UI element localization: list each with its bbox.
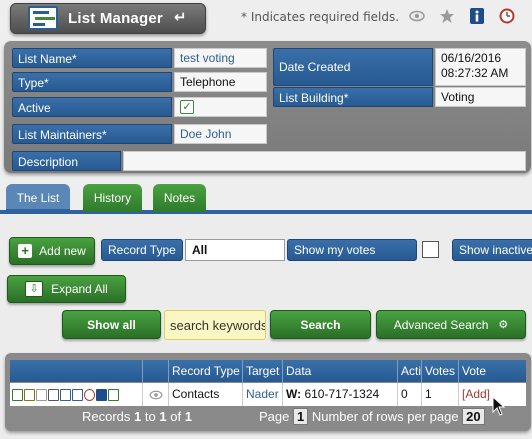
grid-header-actions [10,360,143,382]
clock-icon[interactable] [498,7,516,25]
show-all-button[interactable]: Show all [62,310,161,339]
record-type-select[interactable]: All [185,239,285,261]
description-label: Description [12,151,121,171]
date-created-date: 06/16/2016 [441,51,502,65]
records-to: 1 [159,409,167,424]
pagination: Page 1 Number of rows per page 20 [259,408,485,429]
grid-header-active[interactable]: Active [398,360,422,382]
records-label: Records [82,409,131,424]
records-of-word: of [170,409,182,424]
back-arrow-icon[interactable]: ↵ [174,8,187,26]
info-icon[interactable] [96,388,107,401]
plus-icon: + [18,244,33,258]
page-number-input[interactable]: 1 [293,408,309,425]
eye-icon[interactable] [408,7,426,25]
calendar-icon[interactable] [72,388,83,401]
tab-history[interactable]: History [83,184,142,212]
list-icon[interactable] [60,388,71,401]
list-name-field[interactable]: test voting [174,48,267,68]
edit-icon[interactable] [24,388,35,401]
add-new-button[interactable]: + Add new [9,237,95,265]
date-created-time: 08:27:32 AM [441,66,509,80]
show-my-votes-checkbox[interactable] [422,241,439,258]
grid-header-view [143,360,169,382]
clock-icon[interactable] [84,388,95,401]
date-created-field: 06/16/2016 08:27:32 AM [435,48,526,86]
tray-download-icon: ⇩ [25,281,44,297]
list-maintainers-field[interactable]: Doe John [174,124,267,144]
tab-the-list[interactable]: The List [6,184,70,212]
grid-header-data[interactable]: Data [283,360,398,382]
list-maintainers-label: List Maintainers* [12,124,172,144]
cell-target-link[interactable]: Nader [243,383,283,406]
show-my-votes-label: Show my votes [287,239,417,261]
mouse-cursor-icon [492,396,506,416]
data-phone: 610-717-1324 [304,387,380,401]
advanced-search-label: Advanced Search [393,317,489,332]
type-field[interactable]: Telephone [174,72,267,92]
page-title: List Manager [68,10,163,27]
table-row-actions [10,383,143,406]
view-eye-icon[interactable] [143,383,169,406]
grid-header-vote[interactable]: Vote [459,360,526,382]
expand-all-label: Expand All [51,282,108,296]
rows-per-page-input[interactable]: 20 [462,408,485,425]
tray-download-icon[interactable] [108,388,119,401]
add-new-label: Add new [39,244,86,258]
active-checkbox[interactable]: ✓ [180,100,194,114]
show-inactive-label[interactable]: Show inactive [452,239,532,261]
cell-votes: 1 [422,383,459,406]
records-summary: Records 1 to 1 of 1 [82,409,192,429]
tab-underline [0,210,532,214]
cell-active: 0 [398,383,422,406]
grid-header-record-type[interactable]: Record Type [169,360,243,382]
description-field[interactable] [123,151,526,171]
rows-per-page-label: Number of rows per page [311,409,459,424]
page-label: Page [259,409,290,424]
tab-notes[interactable]: Notes [153,184,206,212]
gear-icon: ⚙ [498,319,509,331]
search-input[interactable] [164,310,266,340]
data-prefix: W: [286,387,302,401]
type-label: Type* [12,72,172,92]
list-manager-icon [28,6,58,30]
active-label: Active [12,97,172,117]
delete-icon[interactable] [36,388,47,401]
document-icon[interactable] [48,388,59,401]
list-building-label: List Building* [273,87,433,107]
star-icon[interactable] [438,7,456,25]
expand-all-button[interactable]: ⇩ Expand All [7,275,126,303]
advanced-search-button[interactable]: Advanced Search ⚙ [376,310,526,339]
list-name-label: List Name* [12,48,172,68]
cell-data: W: 610-717-1324 [283,383,398,406]
search-button[interactable]: Search [270,310,371,339]
date-created-label: Date Created [273,48,433,86]
required-fields-note: * Indicates required fields. [241,10,400,24]
grid-header-votes[interactable]: Votes [422,360,459,382]
records-total: 1 [184,409,192,424]
records-to-word: to [144,409,156,424]
info-icon[interactable] [468,7,486,25]
list-building-field[interactable]: Voting [435,87,526,107]
grid-header-target[interactable]: Target [243,360,283,382]
records-from: 1 [134,409,142,424]
preview-icon[interactable] [12,388,23,401]
record-type-label: Record Type [101,239,183,261]
cell-record-type: Contacts [169,383,243,406]
